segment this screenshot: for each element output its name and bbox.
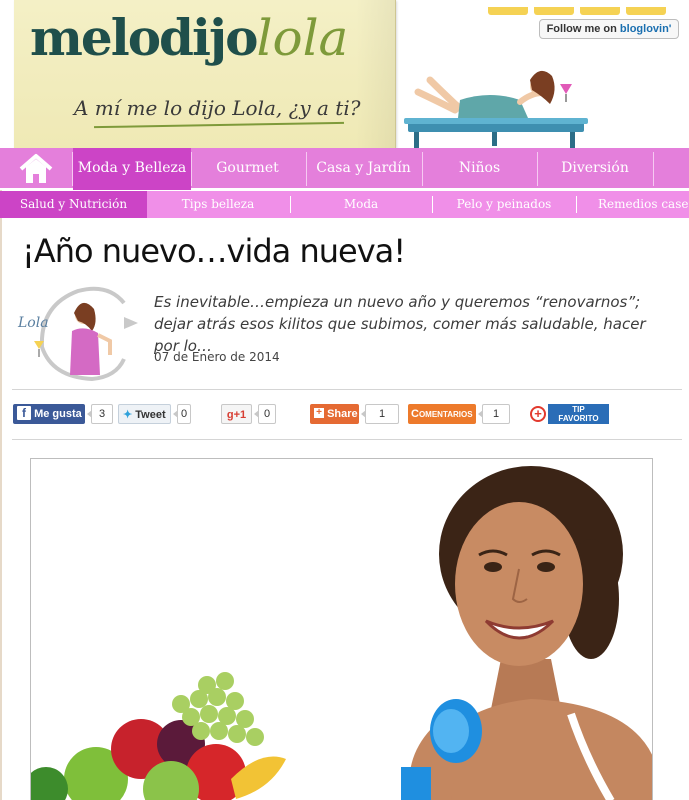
share-button[interactable]: + Share	[310, 404, 359, 424]
site-tagline: A mí me lo dijo Lola, ¿y a ti?	[74, 96, 361, 120]
comments-button[interactable]: Comentarios	[408, 404, 476, 424]
google-plus-label: +1	[233, 409, 247, 421]
comments-label: Comentarios	[411, 408, 473, 420]
tip-label: TIP	[572, 405, 585, 414]
subnav-moda[interactable]: Moda	[291, 191, 431, 218]
article-hero-image[interactable]	[30, 458, 653, 800]
twitter-bird-icon: ✦	[123, 409, 133, 421]
sub-navigation: Salud y Nutrición Tips belleza Moda Pelo…	[0, 191, 689, 218]
home-icon	[19, 154, 53, 183]
woman-with-fruit-photo	[31, 459, 652, 800]
subnav-separator	[576, 196, 577, 213]
tip-favorito-button[interactable]: + TIP FAVORITO	[530, 404, 609, 426]
home-button[interactable]	[0, 148, 72, 190]
facebook-like-label: Me gusta	[34, 408, 82, 420]
logo-note[interactable]: melodijolola A mí me lo dijo Lola, ¿y a …	[14, 0, 396, 148]
main-navigation: Moda y Belleza Gourmet Casa y Jardín Niñ…	[0, 148, 689, 190]
facebook-like-button[interactable]: f Me gusta	[13, 404, 85, 424]
nav-diversion[interactable]: Diversión	[538, 148, 652, 190]
facebook-icon: f	[17, 406, 31, 421]
nav-moda-y-belleza[interactable]: Moda y Belleza	[73, 148, 191, 190]
site-header: melodijolola A mí me lo dijo Lola, ¿y a …	[0, 0, 689, 148]
post-date: 07 de Enero de 2014	[154, 350, 280, 364]
tweet-count: 0	[173, 404, 191, 424]
nav-casa-y-jardin[interactable]: Casa y Jardín	[307, 148, 420, 190]
divider-bottom	[12, 439, 682, 440]
site-logo[interactable]: melodijolola	[30, 8, 348, 67]
share-plus-icon: +	[314, 408, 324, 419]
subnav-pelo-y-peinados[interactable]: Pelo y peinados	[433, 191, 575, 218]
tagline-underline	[94, 121, 344, 129]
author-avatar[interactable]: Lola	[12, 285, 142, 385]
add-circle-icon: +	[530, 406, 546, 422]
logo-accent-text: lola	[256, 9, 349, 67]
nav-separator	[653, 152, 654, 186]
subnav-tips-belleza[interactable]: Tips belleza	[147, 191, 289, 218]
google-plus-icon: g	[226, 409, 234, 421]
subnav-salud-y-nutricion[interactable]: Salud y Nutrición	[0, 191, 147, 218]
tweet-label: Tweet	[135, 409, 166, 421]
follow-prefix: Follow me on	[546, 23, 620, 35]
nav-gourmet[interactable]: Gourmet	[192, 148, 303, 190]
bloglovin-follow-button[interactable]: Follow me on bloglovin'	[539, 19, 679, 39]
logo-main-text: melodijo	[30, 8, 258, 67]
subnav-remedios-caseros[interactable]: Remedios caseros	[578, 191, 689, 218]
google-plus-count: 0	[254, 404, 276, 424]
tweet-button[interactable]: ✦ Tweet	[118, 404, 171, 424]
nav-ninos[interactable]: Niños	[423, 148, 536, 190]
comments-count: 1	[478, 404, 510, 424]
google-plus-button[interactable]: g+1	[221, 404, 252, 424]
avatar-label: Lola	[17, 315, 49, 331]
header-tabs	[488, 0, 678, 15]
article-excerpt: Es inevitable…empieza un nuevo año y que…	[154, 293, 646, 355]
share-bar: f Me gusta 3 ✦ Tweet 0 g+1 0 + Share 1 C…	[0, 404, 689, 428]
divider-top	[12, 389, 682, 390]
lola-illustration	[404, 70, 588, 148]
share-count: 1	[361, 404, 399, 424]
facebook-like-count: 3	[87, 404, 113, 424]
bloglovin-brand: bloglovin'	[619, 23, 672, 35]
article-title[interactable]: ¡Año nuevo…vida nueva!	[22, 232, 662, 270]
favorito-label: FAVORITO	[558, 414, 599, 423]
share-label: Share	[327, 408, 358, 420]
